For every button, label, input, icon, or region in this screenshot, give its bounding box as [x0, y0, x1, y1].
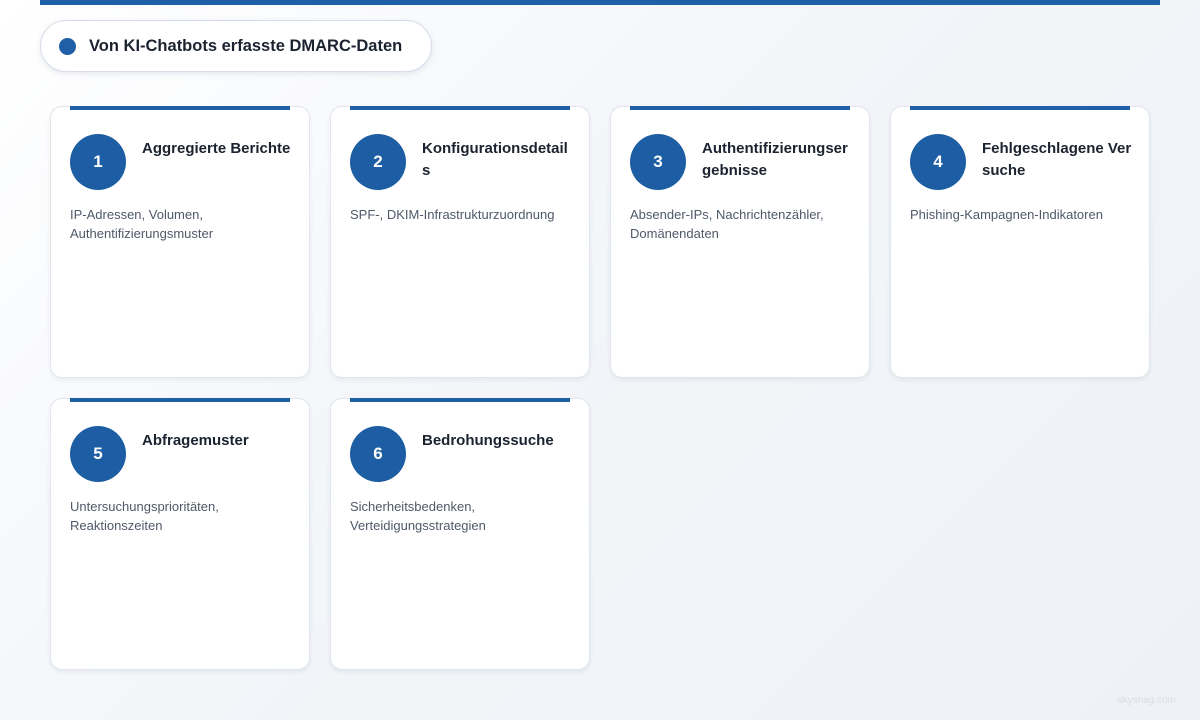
- category-card-6: 6 Bedrohungssuche Sicherheitsbedenken, V…: [330, 398, 590, 670]
- category-card-1: 1 Aggregierte Berichte IP-Adressen, Volu…: [50, 106, 310, 378]
- card-description: Sicherheitsbedenken, Verteidigungsstrate…: [350, 499, 486, 533]
- card-number-badge: 5: [70, 426, 126, 482]
- card-title: Abfragemuster: [142, 432, 249, 449]
- category-card-5: 5 Abfragemuster Untersuchungsprioritäten…: [50, 398, 310, 670]
- category-card-4: 4 Fehlgeschlagene Versuche Phishing-Kamp…: [890, 106, 1150, 378]
- page-title-pill: Von KI-Chatbots erfasste DMARC-Daten: [40, 20, 432, 72]
- card-number-badge: 1: [70, 134, 126, 190]
- card-accent-bar: [350, 398, 570, 402]
- card-number-badge: 3: [630, 134, 686, 190]
- card-title: Bedrohungssuche: [422, 432, 554, 449]
- card-accent-bar: [910, 106, 1130, 110]
- card-description: IP-Adressen, Volumen, Authentifizierungs…: [70, 207, 214, 241]
- card-number-badge: 2: [350, 134, 406, 190]
- card-accent-bar: [630, 106, 850, 110]
- card-description: Absender-IPs, Nachrichtenzähler, Domänen…: [630, 207, 824, 241]
- card-title: Authentifizierungsergebnisse: [702, 140, 848, 179]
- card-accent-bar: [70, 398, 290, 402]
- page-title: Von KI-Chatbots erfasste DMARC-Daten: [89, 36, 403, 55]
- card-title: Konfigurationsdetails: [422, 140, 568, 179]
- card-accent-bar: [70, 106, 290, 110]
- top-accent-bar: [40, 0, 1160, 5]
- watermark: skysnag.com: [1117, 695, 1176, 706]
- card-number-badge: 4: [910, 134, 966, 190]
- card-description: Phishing-Kampagnen-Indikatoren: [910, 207, 1103, 222]
- category-card-2: 2 Konfigurationsdetails SPF-, DKIM-Infra…: [330, 106, 590, 378]
- card-number-badge: 6: [350, 426, 406, 482]
- card-title: Fehlgeschlagene Versuche: [982, 140, 1132, 179]
- card-description: SPF-, DKIM-Infrastrukturzuordnung: [350, 207, 555, 222]
- card-title: Aggregierte Berichte: [142, 140, 291, 157]
- category-card-3: 3 Authentifizierungsergebnisse Absender-…: [610, 106, 870, 378]
- card-description: Untersuchungsprioritäten, Reaktionszeite…: [70, 499, 219, 533]
- card-accent-bar: [350, 106, 570, 110]
- title-dot-icon: [59, 37, 76, 55]
